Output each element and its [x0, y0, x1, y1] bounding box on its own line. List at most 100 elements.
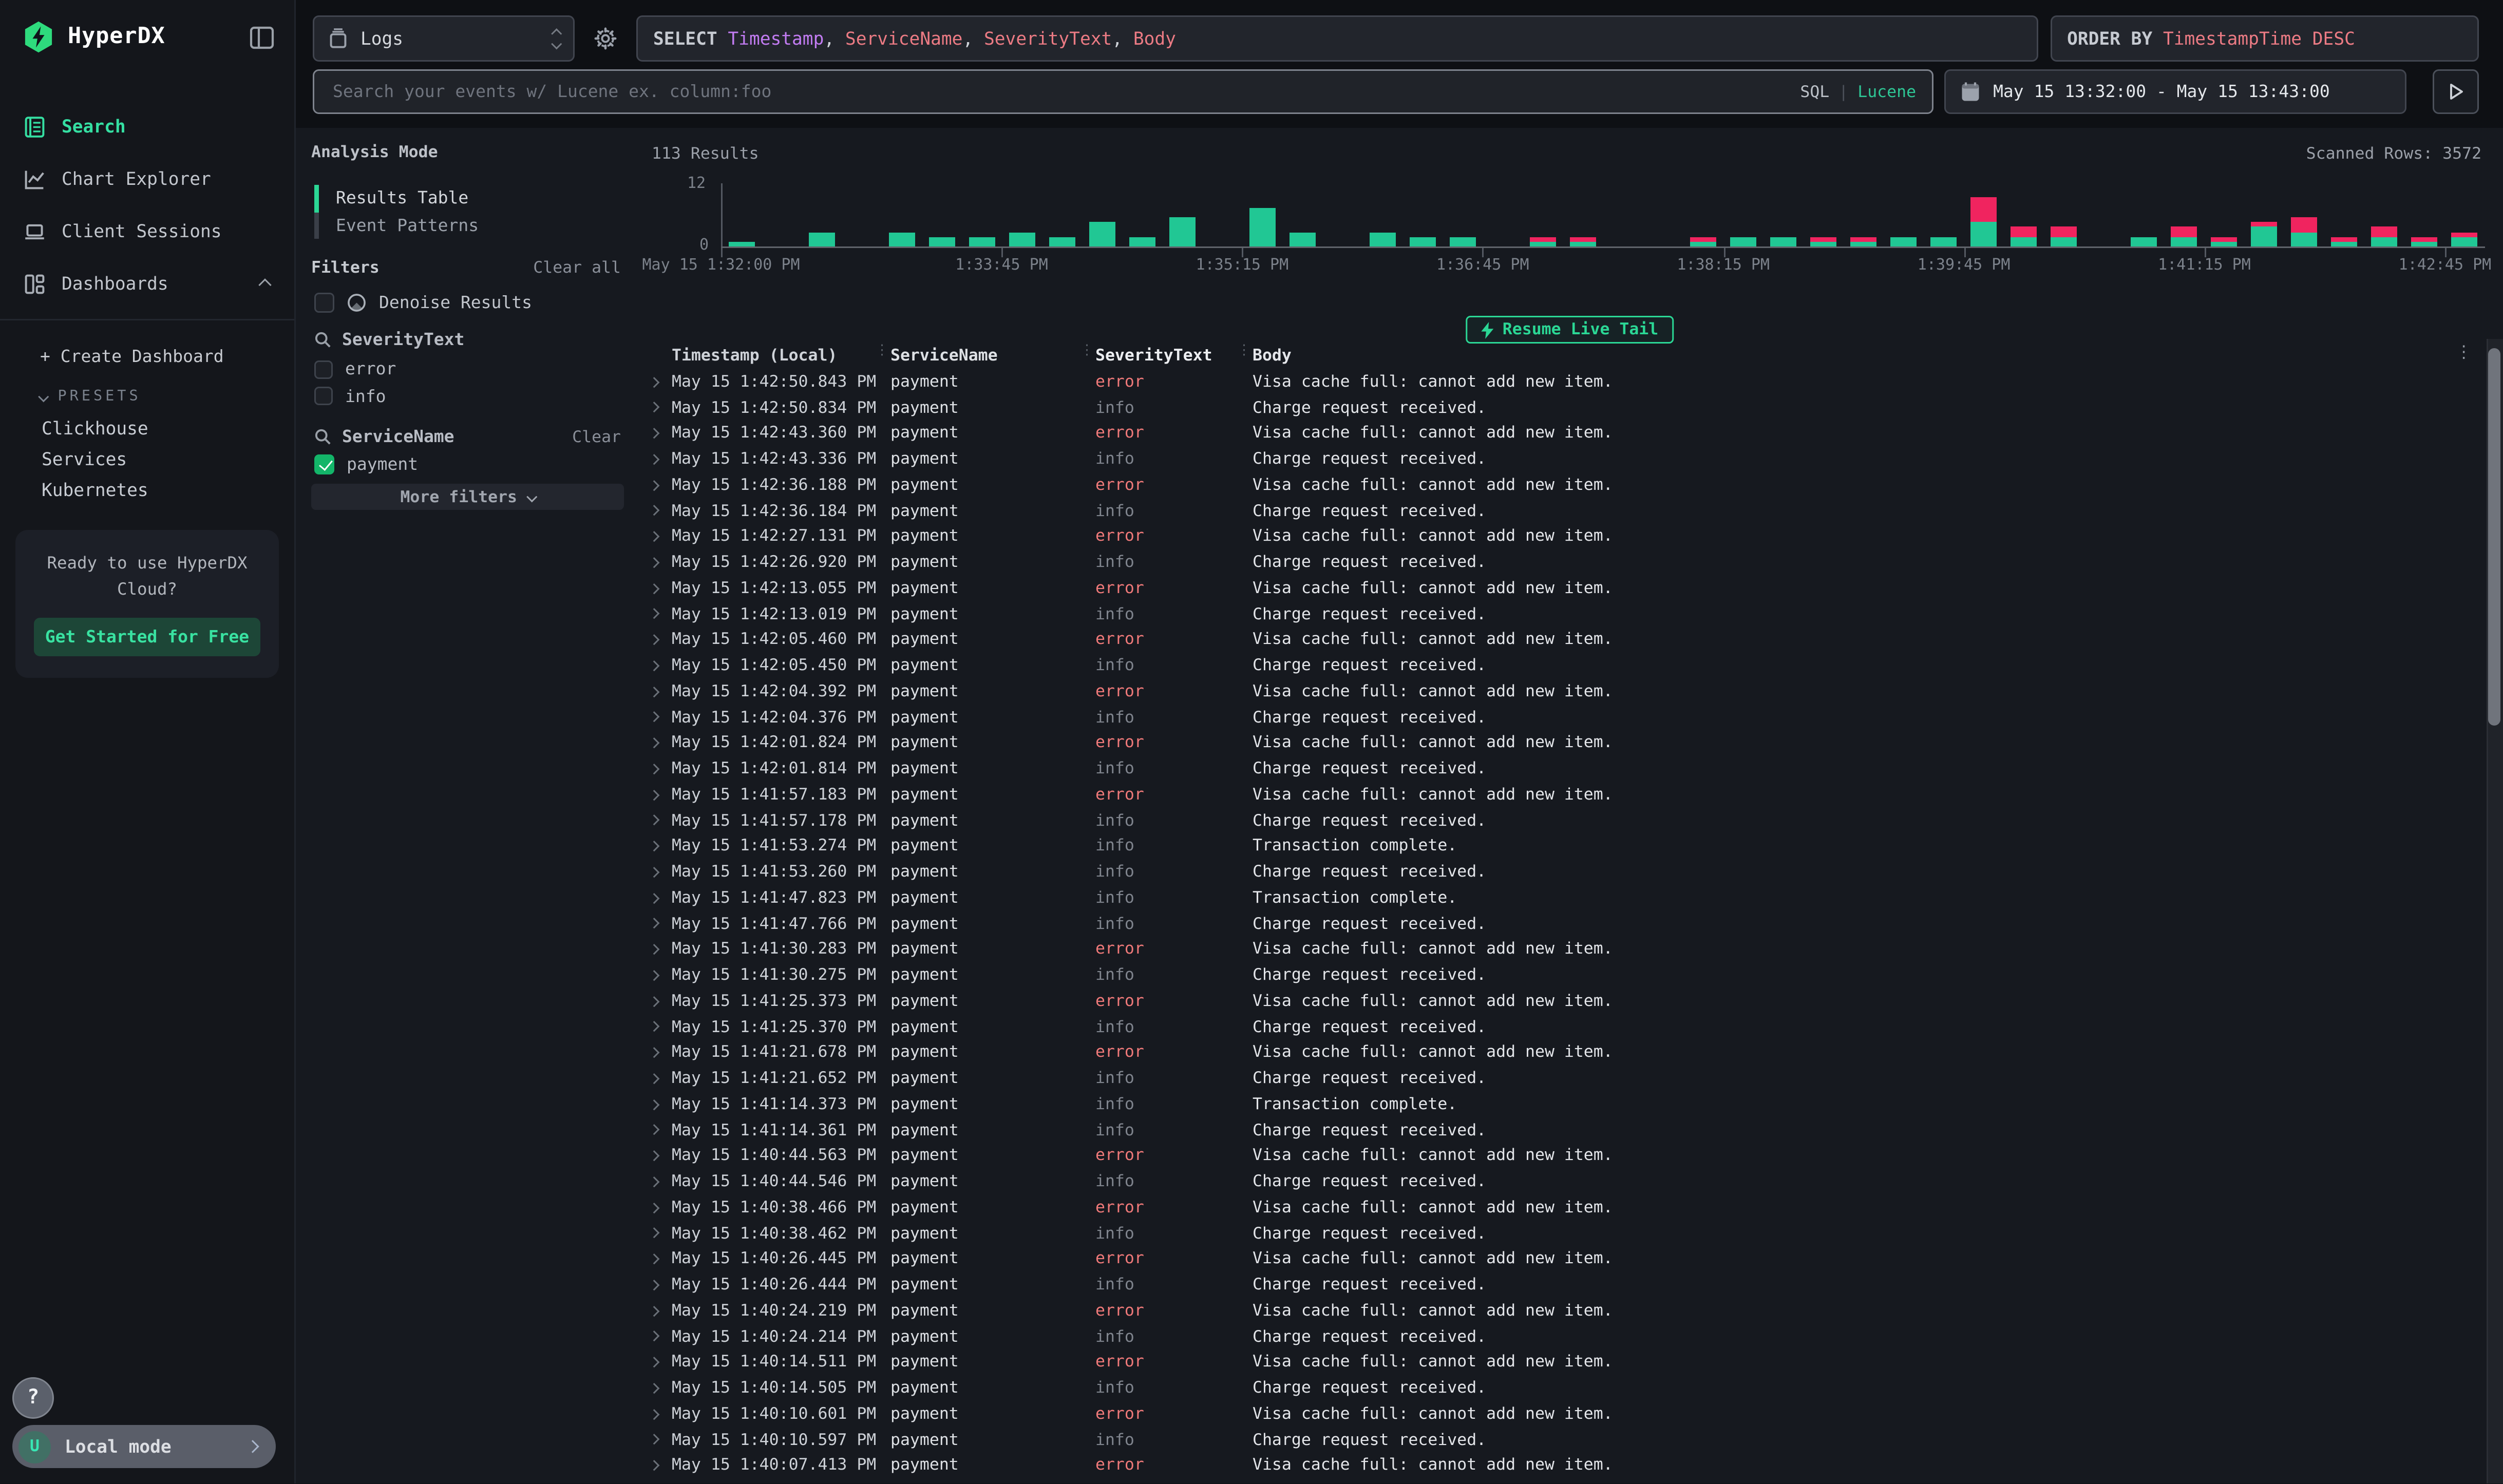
row-expand-chevron-icon[interactable] — [636, 1436, 672, 1443]
table-row[interactable]: May 15 1:42:43.336 PMpaymentinfoCharge r… — [636, 446, 2485, 472]
histogram-bar[interactable] — [1129, 237, 1155, 246]
row-expand-chevron-icon[interactable] — [636, 739, 672, 747]
table-row[interactable]: May 15 1:40:38.462 PMpaymentinfoCharge r… — [636, 1221, 2485, 1246]
preset-link-services[interactable]: Services — [0, 444, 294, 474]
histogram-plot[interactable]: 12 0 May 15 1:32:00 PM1:33:45 PM1:35:15 … — [721, 188, 2485, 246]
histogram-bar[interactable] — [1971, 198, 1997, 246]
search-input[interactable] — [330, 80, 1788, 103]
table-row[interactable]: May 15 1:42:05.460 PMpaymenterrorVisa ca… — [636, 627, 2485, 653]
histogram-bar[interactable] — [1850, 237, 1876, 246]
histogram-bar[interactable] — [2372, 227, 2398, 246]
table-row[interactable]: May 15 1:42:05.450 PMpaymentinfoCharge r… — [636, 653, 2485, 678]
histogram-bar[interactable] — [2011, 227, 2037, 246]
row-expand-chevron-icon[interactable] — [636, 1023, 672, 1031]
row-expand-chevron-icon[interactable] — [636, 507, 672, 515]
table-row[interactable]: May 15 1:41:53.274 PMpaymentinfoTransact… — [636, 833, 2485, 859]
sidebar-item-client-sessions[interactable]: Client Sessions — [0, 205, 294, 257]
filter-option-info[interactable]: info — [314, 386, 386, 406]
histogram-bar[interactable] — [1890, 237, 1917, 246]
row-expand-chevron-icon[interactable] — [636, 1204, 672, 1211]
column-resize-handle[interactable]: ⋮ — [1237, 344, 1251, 359]
column-resize-handle[interactable]: ⋮ — [875, 344, 889, 359]
row-expand-chevron-icon[interactable] — [636, 1411, 672, 1418]
table-row[interactable]: May 15 1:40:14.505 PMpaymentinfoCharge r… — [636, 1375, 2485, 1401]
column-header-severitytext[interactable]: SeverityText — [1095, 346, 1253, 365]
table-row[interactable]: May 15 1:40:10.597 PMpaymentinfoCharge r… — [636, 1427, 2485, 1453]
row-expand-chevron-icon[interactable] — [636, 1075, 672, 1082]
table-row[interactable]: May 15 1:42:04.376 PMpaymentinfoCharge r… — [636, 705, 2485, 730]
row-expand-chevron-icon[interactable] — [636, 920, 672, 927]
histogram-bar[interactable] — [1931, 237, 1957, 246]
row-expand-chevron-icon[interactable] — [636, 843, 672, 850]
sidebar-collapse-icon[interactable] — [250, 26, 274, 49]
table-row[interactable]: May 15 1:40:44.546 PMpaymentinfoCharge r… — [636, 1169, 2485, 1194]
denoise-results-option[interactable]: Denoise Results — [314, 293, 532, 313]
table-row[interactable]: May 15 1:42:50.834 PMpaymentinfoCharge r… — [636, 395, 2485, 421]
histogram-bar[interactable] — [1370, 232, 1396, 247]
table-row[interactable]: May 15 1:41:47.766 PMpaymentinfoCharge r… — [636, 911, 2485, 937]
table-options-kebab-icon[interactable]: ⋮ — [2455, 344, 2472, 360]
histogram-bar[interactable] — [1289, 232, 1315, 247]
histogram-bar[interactable] — [1810, 237, 1836, 246]
table-row[interactable]: May 15 1:41:30.275 PMpaymentinfoCharge r… — [636, 962, 2485, 988]
table-row[interactable]: May 15 1:41:21.652 PMpaymentinfoCharge r… — [636, 1066, 2485, 1091]
table-row[interactable]: May 15 1:40:26.444 PMpaymentinfoCharge r… — [636, 1272, 2485, 1298]
histogram-bar[interactable] — [1450, 237, 1476, 246]
lang-sql-button[interactable]: SQL — [1800, 83, 1829, 101]
row-expand-chevron-icon[interactable] — [636, 611, 672, 618]
histogram-bar[interactable] — [888, 232, 915, 247]
row-expand-chevron-icon[interactable] — [636, 482, 672, 489]
table-row[interactable]: May 15 1:41:25.370 PMpaymentinfoCharge r… — [636, 1014, 2485, 1040]
sidebar-item-chart-explorer[interactable]: Chart Explorer — [0, 153, 294, 205]
row-expand-chevron-icon[interactable] — [636, 946, 672, 953]
row-expand-chevron-icon[interactable] — [636, 1127, 672, 1134]
resume-live-tail-button[interactable]: Resume Live Tail — [1466, 316, 1674, 344]
histogram-bar[interactable] — [1089, 222, 1115, 246]
table-row[interactable]: May 15 1:42:50.843 PMpaymenterrorVisa ca… — [636, 369, 2485, 395]
table-row[interactable]: May 15 1:42:36.188 PMpaymenterrorVisa ca… — [636, 472, 2485, 498]
histogram-bar[interactable] — [2131, 237, 2157, 246]
histogram-bar[interactable] — [1690, 237, 1716, 246]
histogram-bar[interactable] — [2251, 222, 2278, 246]
column-resize-handle[interactable]: ⋮ — [1080, 344, 1094, 359]
row-expand-chevron-icon[interactable] — [636, 895, 672, 902]
row-expand-chevron-icon[interactable] — [636, 1178, 672, 1186]
source-settings-gear-icon[interactable] — [593, 26, 618, 51]
histogram-bar[interactable] — [808, 232, 835, 247]
row-expand-chevron-icon[interactable] — [636, 1152, 672, 1159]
sidebar-item-dashboards[interactable]: Dashboards — [0, 257, 294, 310]
table-row[interactable]: May 15 1:40:10.601 PMpaymenterrorVisa ca… — [636, 1401, 2485, 1427]
dashboards-chevron-up-icon[interactable] — [260, 273, 270, 294]
info-checkbox[interactable] — [314, 387, 333, 405]
sidebar-item-search[interactable]: Search — [0, 100, 294, 153]
histogram-bar[interactable] — [1530, 237, 1556, 246]
histogram-bar[interactable] — [2211, 237, 2237, 246]
table-row[interactable]: May 15 1:41:47.823 PMpaymentinfoTransact… — [636, 885, 2485, 911]
tab-results-table[interactable]: Results Table — [314, 185, 624, 212]
preset-link-kubernetes[interactable]: Kubernetes — [0, 474, 294, 505]
row-expand-chevron-icon[interactable] — [636, 688, 672, 695]
table-row[interactable]: May 15 1:41:14.373 PMpaymentinfoTransact… — [636, 1092, 2485, 1117]
select-query-input[interactable]: SELECT Timestamp, ServiceName, SeverityT… — [636, 15, 2038, 62]
local-mode-menu[interactable]: U Local mode — [12, 1425, 276, 1468]
source-select[interactable]: Logs — [313, 15, 575, 62]
payment-checkbox[interactable] — [314, 454, 334, 474]
histogram-bar[interactable] — [1249, 207, 1275, 246]
table-row[interactable]: May 15 1:41:25.373 PMpaymenterrorVisa ca… — [636, 988, 2485, 1014]
histogram-bar[interactable] — [1049, 237, 1075, 246]
row-expand-chevron-icon[interactable] — [636, 533, 672, 540]
more-filters-button[interactable]: More filters — [311, 484, 624, 510]
row-expand-chevron-icon[interactable] — [636, 456, 672, 463]
histogram-bar[interactable] — [2452, 232, 2478, 246]
row-expand-chevron-icon[interactable] — [636, 714, 672, 721]
row-expand-chevron-icon[interactable] — [636, 1282, 672, 1289]
row-expand-chevron-icon[interactable] — [636, 404, 672, 411]
table-row[interactable]: May 15 1:42:26.920 PMpaymentinfoCharge r… — [636, 549, 2485, 575]
table-row[interactable]: May 15 1:42:01.824 PMpaymenterrorVisa ca… — [636, 730, 2485, 756]
preset-link-clickhouse[interactable]: Clickhouse — [0, 413, 294, 444]
row-expand-chevron-icon[interactable] — [636, 1385, 672, 1392]
table-row[interactable]: May 15 1:42:04.392 PMpaymenterrorVisa ca… — [636, 679, 2485, 705]
filter-option-error[interactable]: error — [314, 359, 396, 379]
help-button[interactable]: ? — [12, 1377, 54, 1419]
histogram-bar[interactable] — [1009, 232, 1035, 247]
